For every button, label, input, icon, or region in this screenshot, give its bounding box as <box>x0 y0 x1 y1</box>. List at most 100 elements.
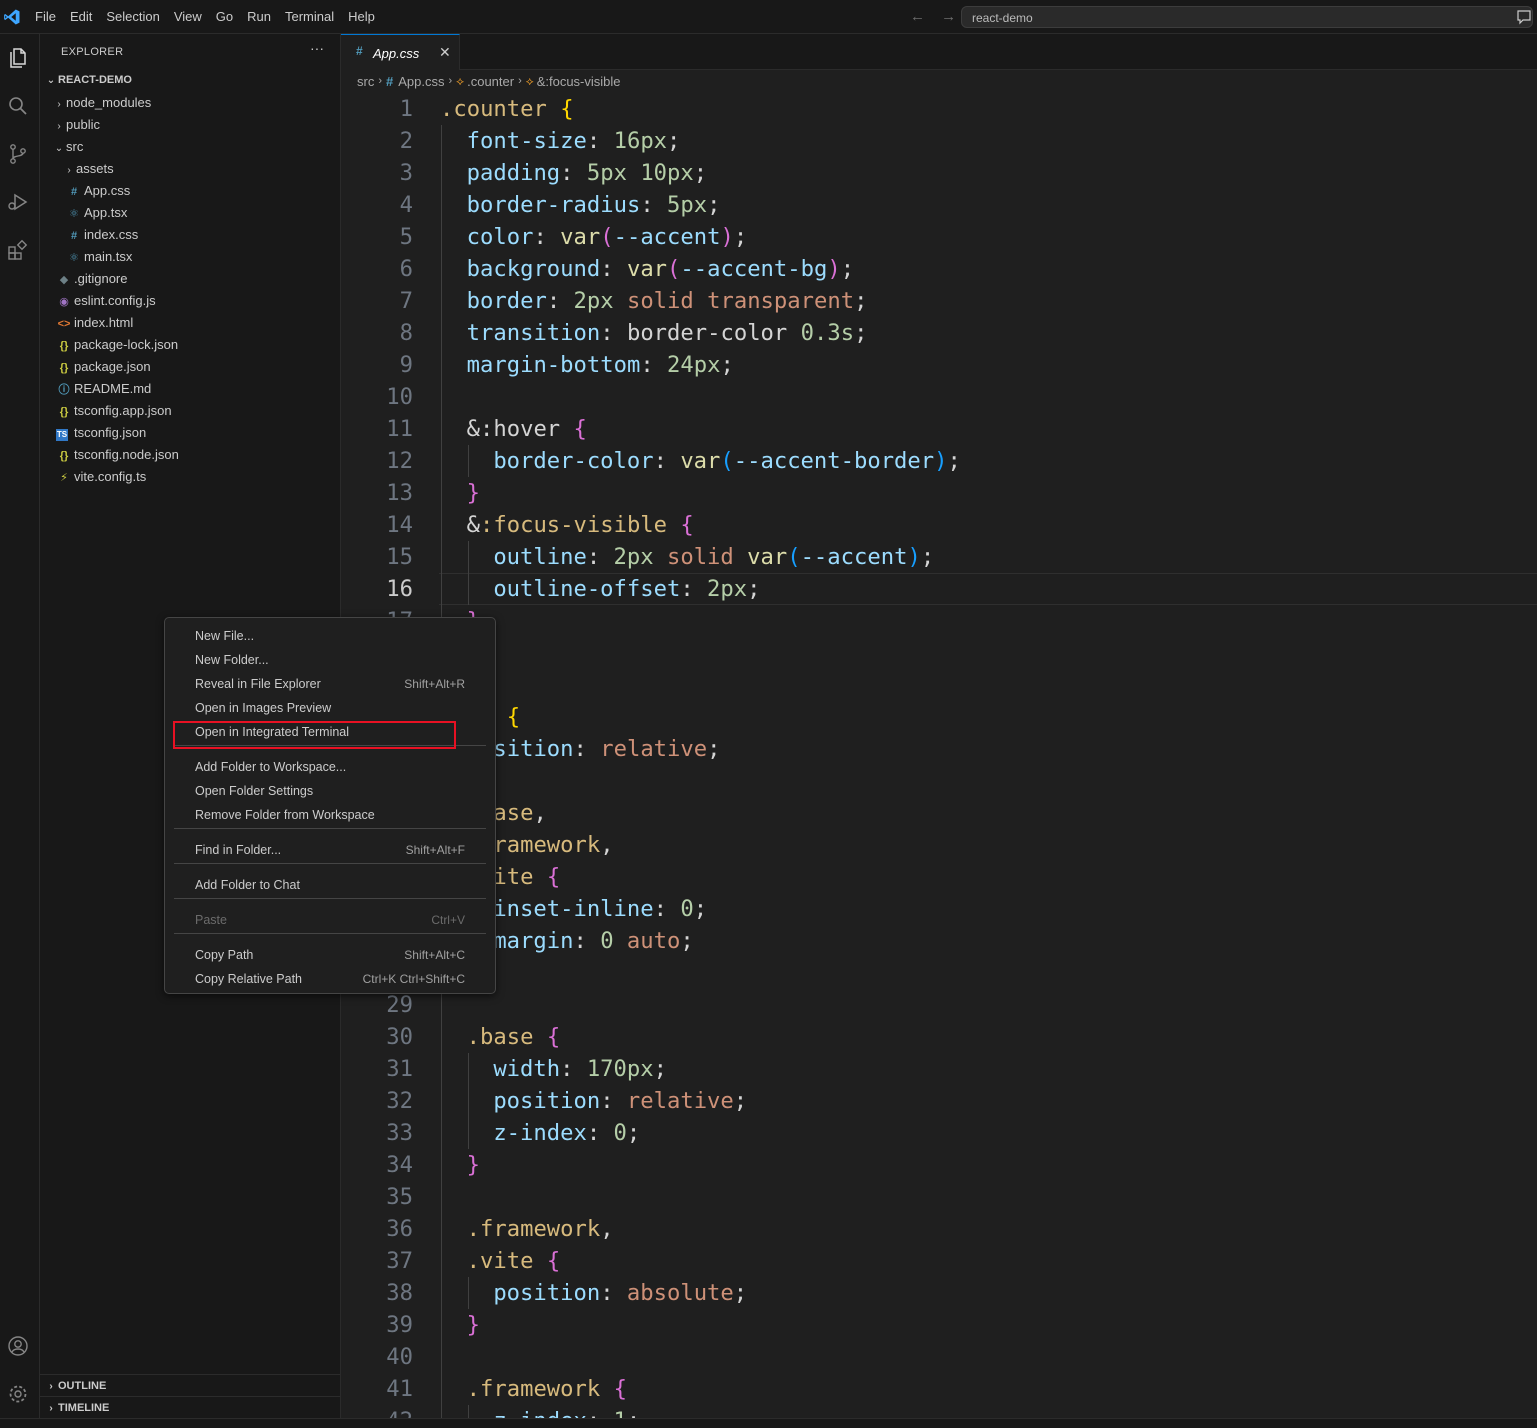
search-icon[interactable] <box>6 94 30 118</box>
code-line[interactable]: .vite { <box>341 861 1537 893</box>
tree-item-main-tsx[interactable]: ⚛ main.tsx <box>62 246 132 268</box>
code-line[interactable]: 29 <box>341 989 1537 1021</box>
code-line[interactable]: 39} <box>341 1309 1537 1341</box>
code-line[interactable]: 31 width: 170px; <box>341 1053 1537 1085</box>
tree-item-tsconfig-json[interactable]: TS tsconfig.json <box>52 422 146 444</box>
menu-item-new-folder[interactable]: New Folder... <box>165 648 495 672</box>
code-line[interactable]: 4 border-radius: 5px; <box>341 189 1537 221</box>
outline-section[interactable]: › OUTLINE <box>40 1374 340 1396</box>
code-line[interactable]: 36 .framework, <box>341 1213 1537 1245</box>
tree-item-gitignore[interactable]: ◆ .gitignore <box>52 268 128 290</box>
code-line[interactable]: 1 .counter { <box>341 93 1537 125</box>
tree-item-app-css[interactable]: # App.css <box>62 180 130 202</box>
code-line[interactable]: 33 z-index: 0; <box>341 1117 1537 1149</box>
code-line[interactable]: 42 z-index: 1; <box>341 1405 1537 1418</box>
close-icon[interactable]: ✕ <box>439 44 451 61</box>
menu-item-copy-relative-path[interactable]: Copy Relative Path Ctrl+K Ctrl+Shift+C <box>165 967 495 991</box>
code-line[interactable] <box>341 669 1537 701</box>
tree-item-src[interactable]: ⌄ src <box>52 136 84 158</box>
tree-item-node-modules[interactable]: › node_modules <box>52 92 151 114</box>
code-line[interactable]: } <box>341 957 1537 989</box>
menu-terminal[interactable]: Terminal <box>278 0 341 34</box>
explorer-files-icon[interactable] <box>6 46 30 70</box>
code-line[interactable]: 32 position: relative; <box>341 1085 1537 1117</box>
code-line[interactable] <box>341 637 1537 669</box>
tree-item-package-json[interactable]: {} package.json <box>52 356 151 378</box>
tree-item-assets[interactable]: › assets <box>62 158 113 180</box>
menu-item-open-folder-settings[interactable]: Open Folder Settings <box>165 779 495 803</box>
timeline-section[interactable]: › TIMELINE <box>40 1396 340 1418</box>
code-line[interactable]: inset-inline: 0; <box>341 893 1537 925</box>
code-line[interactable]: 6 background: var(--accent-bg); <box>341 253 1537 285</box>
workspace-root-react-demo[interactable]: ⌄ REACT-DEMO <box>44 69 132 91</box>
chat-icon[interactable] <box>1516 9 1532 25</box>
menu-item-copy-path[interactable]: Copy Path Shift+Alt+C <box>165 943 495 967</box>
tab-app-css[interactable]: # App.css ✕ <box>341 34 460 70</box>
code-line[interactable]: 15 outline: 2px solid var(--accent); <box>341 541 1537 573</box>
menu-item-remove-folder-from-workspace[interactable]: Remove Folder from Workspace <box>165 803 495 827</box>
code-line[interactable]: #app { <box>341 701 1537 733</box>
code-line[interactable]: 16 outline-offset: 2px; <box>341 573 1537 605</box>
tree-item-index-html[interactable]: <> index.html <box>52 312 134 334</box>
tree-item-readme-md[interactable]: ⓘ README.md <box>52 378 152 400</box>
code-line[interactable]: 2 font-size: 16px; <box>341 125 1537 157</box>
menu-view[interactable]: View <box>167 0 209 34</box>
menu-run[interactable]: Run <box>240 0 278 34</box>
menu-go[interactable]: Go <box>209 0 240 34</box>
extensions-icon[interactable] <box>6 238 30 262</box>
code-line[interactable]: 37 .vite { <box>341 1245 1537 1277</box>
tree-item-vite-config-ts[interactable]: ⚡ vite.config.ts <box>52 466 146 488</box>
menu-edit[interactable]: Edit <box>63 0 99 34</box>
menu-item-add-folder-to-chat[interactable]: Add Folder to Chat <box>165 873 495 897</box>
code-line[interactable]: 38 position: absolute; <box>341 1277 1537 1309</box>
tree-item-index-css[interactable]: # index.css <box>62 224 138 246</box>
tree-item-tsconfig-app-json[interactable]: {} tsconfig.app.json <box>52 400 172 422</box>
menu-item-open-in-images-preview[interactable]: Open in Images Preview <box>165 696 495 720</box>
code-editor[interactable]: 1 .counter {2 font-size: 16px; 3 padding: 5p… <box>341 92 1537 1418</box>
code-line[interactable]: .framework, <box>341 829 1537 861</box>
run-debug-icon[interactable] <box>6 190 30 214</box>
code-line[interactable]: margin: 0 auto; <box>341 925 1537 957</box>
breadcrumb-symbol-focus-visible[interactable]: &:focus-visible <box>537 74 621 89</box>
code-line[interactable]: 7 border: 2px solid transparent; <box>341 285 1537 317</box>
breadcrumb-symbol-counter[interactable]: .counter <box>467 74 514 89</box>
menu-item-new-file[interactable]: New File... <box>165 624 495 648</box>
code-line[interactable]: 14 &:focus-visible { <box>341 509 1537 541</box>
code-line[interactable]: .base, <box>341 797 1537 829</box>
account-icon[interactable] <box>6 1334 30 1358</box>
source-control-icon[interactable] <box>6 142 30 166</box>
code-line[interactable]: 35 <box>341 1181 1537 1213</box>
settings-gear-icon[interactable] <box>6 1382 30 1406</box>
code-line[interactable]: 9 margin-bottom: 24px; <box>341 349 1537 381</box>
code-line[interactable]: 17} <box>341 605 1537 637</box>
code-line[interactable]: position: relative; <box>341 733 1537 765</box>
code-line[interactable]: 3 padding: 5px 10px; <box>341 157 1537 189</box>
code-line[interactable]: 8 transition: border-color 0.3s; <box>341 317 1537 349</box>
code-line[interactable]: 41 .framework { <box>341 1373 1537 1405</box>
menu-file[interactable]: File <box>28 0 63 34</box>
command-center-search[interactable]: react-demo <box>961 6 1533 28</box>
code-line[interactable]: 34} <box>341 1149 1537 1181</box>
back-arrow-icon[interactable]: ← <box>910 8 925 25</box>
more-actions-icon[interactable]: ··· <box>310 40 324 56</box>
menu-selection[interactable]: Selection <box>99 0 166 34</box>
tree-item-app-tsx[interactable]: ⚛ App.tsx <box>62 202 127 224</box>
menu-item-reveal-in-file-explorer[interactable]: Reveal in File Explorer Shift+Alt+R <box>165 672 495 696</box>
tree-item-tsconfig-node-json[interactable]: {} tsconfig.node.json <box>52 444 179 466</box>
tree-item-public[interactable]: › public <box>52 114 100 136</box>
menu-help[interactable]: Help <box>341 0 382 34</box>
code-line[interactable]: 40 <box>341 1341 1537 1373</box>
menu-item-find-in-folder[interactable]: Find in Folder... Shift+Alt+F <box>165 838 495 862</box>
code-line[interactable]: 30 .base { <box>341 1021 1537 1053</box>
code-line[interactable]: 10 <box>341 381 1537 413</box>
breadcrumb-src[interactable]: src <box>357 74 374 89</box>
vscode-logo-icon[interactable] <box>3 8 21 26</box>
code-line[interactable] <box>341 765 1537 797</box>
tree-item-package-lock-json[interactable]: {} package-lock.json <box>52 334 178 356</box>
menu-item-add-folder-to-workspace[interactable]: Add Folder to Workspace... <box>165 755 495 779</box>
code-line[interactable]: 13} <box>341 477 1537 509</box>
forward-arrow-icon[interactable]: → <box>941 8 956 25</box>
breadcrumb-file[interactable]: App.css <box>398 74 444 89</box>
code-line[interactable]: 5 color: var(--accent); <box>341 221 1537 253</box>
code-line[interactable]: 12 border-color: var(--accent-border); <box>341 445 1537 477</box>
